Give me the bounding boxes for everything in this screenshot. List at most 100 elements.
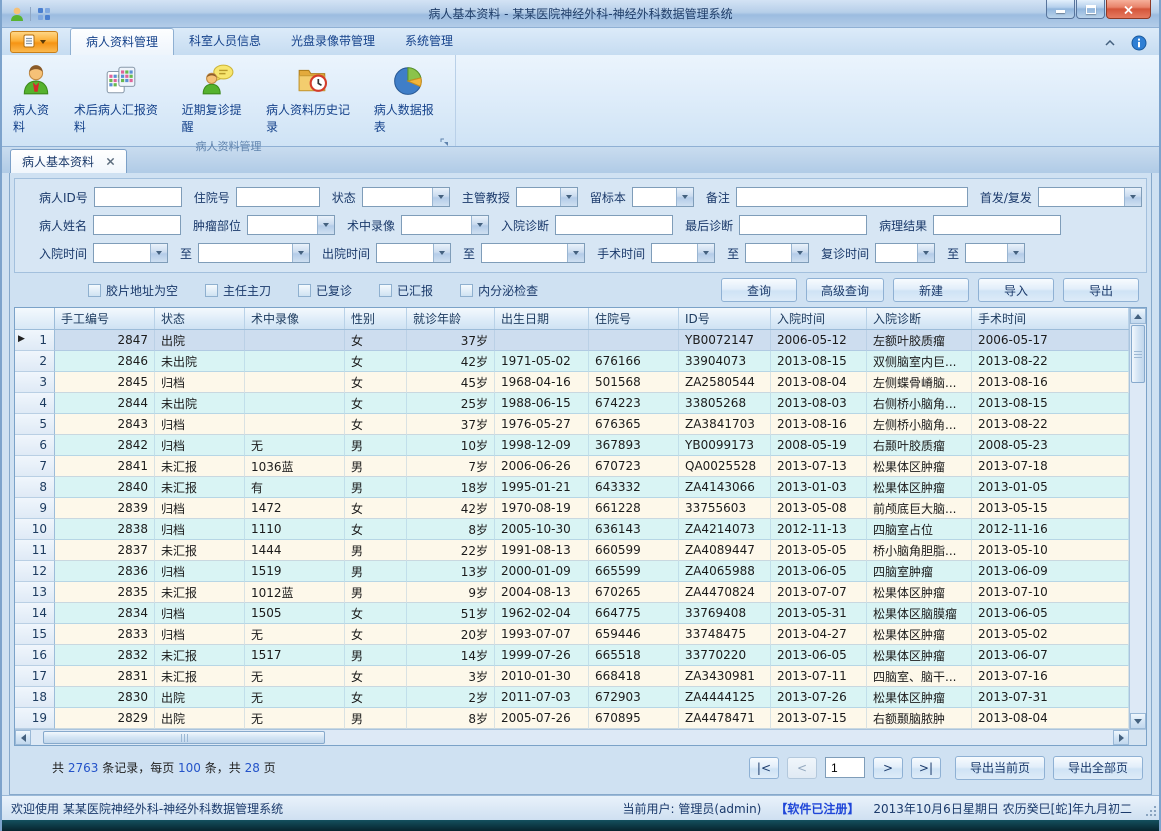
dropdown-button[interactable] — [791, 244, 808, 262]
dropdown-button[interactable] — [1124, 188, 1141, 206]
dropdown-button[interactable] — [471, 216, 488, 234]
column-header-11[interactable]: 手术时间 — [972, 308, 1129, 329]
column-header-2[interactable]: 状态 — [155, 308, 245, 329]
column-header-6[interactable]: 出生日期 — [495, 308, 589, 329]
filter-combo-3-1[interactable] — [93, 243, 168, 263]
filter-input-2-5[interactable] — [739, 215, 867, 235]
column-header-5[interactable]: 就诊年龄 — [407, 308, 495, 329]
horizontal-scroll-thumb[interactable] — [43, 731, 325, 744]
filter-combo-3-2[interactable] — [198, 243, 310, 263]
table-row[interactable]: 62842归档无男10岁1998-12-09367893YB0099173200… — [15, 435, 1129, 456]
filter-combo-1-5[interactable] — [632, 187, 694, 207]
column-header-10[interactable]: 入院诊断 — [867, 308, 972, 329]
info-icon[interactable] — [1131, 35, 1147, 51]
vertical-scroll-thumb[interactable] — [1131, 325, 1145, 383]
scroll-right-icon[interactable] — [1113, 730, 1129, 745]
next-page-button[interactable]: > — [873, 757, 903, 779]
filter-combo-3-5[interactable] — [651, 243, 715, 263]
table-row[interactable]: 152833归档无女20岁1993-07-0765944633748475201… — [15, 624, 1129, 645]
table-row[interactable]: 192829出院无男8岁2005-07-26670895ZA4478471201… — [15, 708, 1129, 729]
ribbon-tab-3[interactable]: 光盘录像带管理 — [276, 28, 390, 55]
ribbon-tab-1[interactable]: 病人资料管理 — [70, 28, 174, 55]
import-button[interactable]: 导入 — [978, 278, 1054, 302]
export-current-page-button[interactable]: 导出当前页 — [955, 756, 1045, 780]
new-button[interactable]: 新建 — [893, 278, 969, 302]
filter-combo-3-6[interactable] — [745, 243, 809, 263]
dropdown-button[interactable] — [150, 244, 167, 262]
dropdown-button[interactable] — [560, 188, 577, 206]
scroll-down-icon[interactable] — [1130, 713, 1146, 729]
last-page-button[interactable]: >| — [911, 757, 941, 779]
ribbon-tab-2[interactable]: 科室人员信息 — [174, 28, 276, 55]
column-header-3[interactable]: 术中录像 — [245, 308, 345, 329]
dropdown-button[interactable] — [317, 216, 334, 234]
registered-link[interactable]: 【软件已注册】 — [775, 800, 859, 817]
ribbon-button-2[interactable]: 术后病人汇报资料 — [67, 60, 175, 138]
table-row[interactable]: 92839归档1472女42岁1970-08-19661228337556032… — [15, 498, 1129, 519]
filter-combo-3-8[interactable] — [965, 243, 1025, 263]
filter-combo-1-3[interactable] — [362, 187, 450, 207]
table-row[interactable]: 102838归档1110女8岁2005-10-30636143ZA4214073… — [15, 519, 1129, 540]
scroll-left-icon[interactable] — [15, 730, 31, 745]
table-row[interactable]: 142834归档1505女51岁1962-02-0466477533769408… — [15, 603, 1129, 624]
dropdown-button[interactable] — [433, 244, 450, 262]
dialog-launcher-icon[interactable] — [440, 138, 450, 151]
advanced-query-button[interactable]: 高级查询 — [806, 278, 884, 302]
horizontal-scrollbar[interactable] — [15, 729, 1146, 745]
scroll-up-icon[interactable] — [1130, 308, 1146, 324]
dropdown-button[interactable] — [697, 244, 714, 262]
first-page-button[interactable]: |< — [749, 757, 779, 779]
chevron-up-icon[interactable] — [1105, 40, 1115, 46]
horizontal-scroll-track[interactable] — [325, 730, 1113, 745]
vertical-scroll-track[interactable] — [1130, 384, 1146, 713]
filter-combo-3-4[interactable] — [481, 243, 585, 263]
filter-input-2-4[interactable] — [555, 215, 673, 235]
tab-close-icon[interactable] — [106, 155, 115, 169]
export-all-pages-button[interactable]: 导出全部页 — [1053, 756, 1143, 780]
filter-combo-3-7[interactable] — [875, 243, 935, 263]
table-row[interactable]: 162832未汇报1517男14岁1999-07-266655183377022… — [15, 645, 1129, 666]
filter-input-2-6[interactable] — [933, 215, 1061, 235]
table-row[interactable]: 122836归档1519男13岁2000-01-09665599ZA406598… — [15, 561, 1129, 582]
ribbon-tab-4[interactable]: 系统管理 — [390, 28, 468, 55]
dropdown-button[interactable] — [917, 244, 934, 262]
column-header-1[interactable]: 手工编号 — [55, 308, 155, 329]
checkbox-1[interactable]: 胶片地址为空 — [88, 282, 178, 299]
filter-input-1-1[interactable] — [94, 187, 182, 207]
table-row[interactable]: 82840未汇报有男18岁1995-01-21643332ZA414306620… — [15, 477, 1129, 498]
column-header-4[interactable]: 性别 — [345, 308, 407, 329]
filter-combo-2-2[interactable] — [247, 215, 335, 235]
ribbon-button-1[interactable]: 病人资料 — [6, 60, 67, 138]
filter-combo-1-4[interactable] — [516, 187, 578, 207]
column-header-8[interactable]: ID号 — [679, 308, 771, 329]
prev-page-button[interactable]: < — [787, 757, 817, 779]
filter-combo-2-3[interactable] — [401, 215, 489, 235]
close-button[interactable] — [1106, 0, 1151, 19]
application-menu-button[interactable] — [10, 31, 58, 53]
table-row[interactable]: 32845归档女45岁1968-04-16501568ZA25805442013… — [15, 372, 1129, 393]
filter-input-1-2[interactable] — [236, 187, 320, 207]
checkbox-4[interactable]: 已汇报 — [379, 282, 433, 299]
table-row[interactable]: 112837未汇报1444男22岁1991-08-13660599ZA40894… — [15, 540, 1129, 561]
dropdown-button[interactable] — [676, 188, 693, 206]
table-row[interactable]: 22846未出院女42岁1971-05-02676166339040732013… — [15, 351, 1129, 372]
table-row[interactable]: 182830出院无女2岁2011-07-03672903ZA4444125201… — [15, 687, 1129, 708]
checkbox-2[interactable]: 主任主刀 — [205, 282, 271, 299]
ribbon-button-3[interactable]: 近期复诊提醒 — [175, 60, 259, 138]
dropdown-button[interactable] — [567, 244, 584, 262]
column-header-7[interactable]: 住院号 — [589, 308, 679, 329]
checkbox-3[interactable]: 已复诊 — [298, 282, 352, 299]
resize-grip-icon[interactable] — [1154, 814, 1156, 816]
export-button[interactable]: 导出 — [1063, 278, 1139, 302]
filter-input-1-6[interactable] — [736, 187, 968, 207]
layout-icon[interactable] — [36, 6, 52, 22]
dropdown-button[interactable] — [1007, 244, 1024, 262]
table-row[interactable]: 132835未汇报1012蓝男9岁2004-08-13670265ZA44708… — [15, 582, 1129, 603]
checkbox-5[interactable]: 内分泌检查 — [460, 282, 538, 299]
page-input[interactable] — [825, 757, 865, 778]
dropdown-button[interactable] — [432, 188, 449, 206]
filter-input-2-1[interactable] — [93, 215, 181, 235]
ribbon-button-4[interactable]: 病人资料历史记录 — [259, 60, 367, 138]
table-row[interactable]: 172831未汇报无女3岁2010-01-30668418ZA343098120… — [15, 666, 1129, 687]
table-row[interactable]: 52843归档女37岁1976-05-27676365ZA38417032013… — [15, 414, 1129, 435]
